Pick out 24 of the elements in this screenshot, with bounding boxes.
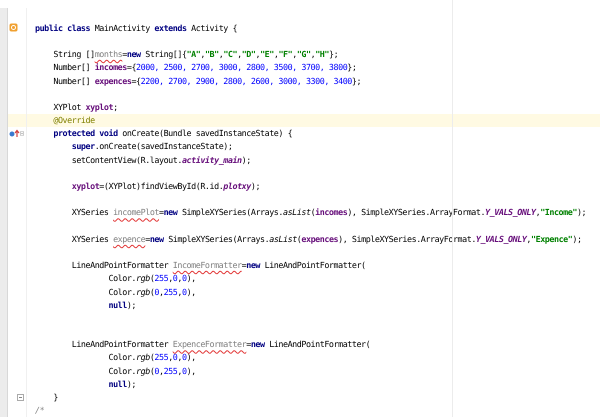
code-line: Color.rgb(255,0,0), — [107, 351, 196, 364]
code-line: XYSeries incomePlot=new SimpleXYSeries(Arrays.asList(incomes), SimpleXYSeries.ArrayFormat.Y_VALS_ONLY,"Income"); — [70, 206, 586, 218]
code-line: Color.rgb(255,0,0), — [107, 272, 196, 284]
code-line: Number[] incomes={2000, 2500, 2700, 3000, 2800, 3500, 3700, 3800}; — [52, 61, 356, 74]
code-line: Color.rgb(0,255,0), — [107, 286, 196, 298]
code-line: xyplot=(XYPlot)findViewById(R.id.plotxy); — [70, 180, 260, 192]
code-line: Number[] expences={2200, 2700, 2900, 2800, 2600, 3000, 3300, 3400}; — [52, 74, 362, 87]
fold-marker-icon[interactable] — [17, 394, 24, 401]
code-line: super.onCreate(savedInstanceState); — [70, 140, 232, 152]
code-line: String []months=new String[]{"A","B","C","D","E","F","G","H"}; — [52, 48, 338, 60]
code-line: null); — [107, 378, 136, 390]
code-line: protected void onCreate(Bundle savedInstanceState) { — [52, 127, 292, 140]
code-line: XYPlot xyplot; — [52, 100, 118, 113]
code-line: } — [52, 391, 58, 404]
code-line: XYSeries expence=new SimpleXYSeries(Arrays.asList(expences), SimpleXYSeries.ArrayFormat.Y_VALS_ONLY,"Expence"); — [70, 232, 582, 245]
code-line: /* — [34, 404, 44, 416]
code-line: null); — [107, 298, 136, 311]
code-line: setContentView(R.layout.activity_main); — [70, 154, 251, 166]
code-line: @Override — [52, 114, 95, 126]
code-line: LineAndPointFormatter ExpenceFormatter=new LineAndPointFormatter( — [70, 338, 370, 350]
fold-marker-icon[interactable] — [20, 130, 24, 137]
code-line: Color.rgb(0,255,0), — [107, 364, 196, 377]
code-line: LineAndPointFormatter IncomeFormatter=new LineAndPointFormatter( — [70, 259, 366, 272]
code-line: public class MainActivity extends Activity { — [34, 22, 238, 34]
